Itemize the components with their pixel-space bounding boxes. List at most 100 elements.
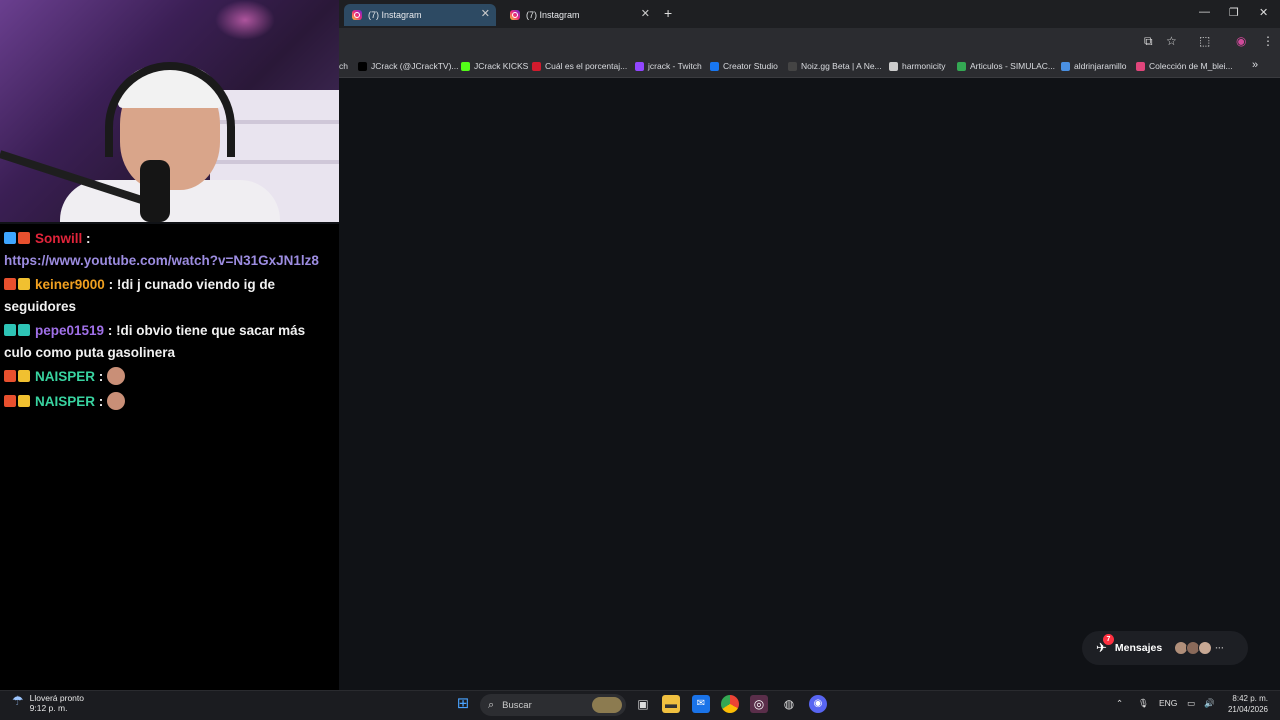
weather-text: Lloverá pronto xyxy=(29,693,84,703)
chat-separator: : xyxy=(95,369,104,384)
install-app-icon[interactable]: ⧉ xyxy=(1144,34,1153,49)
bookmark-label: Noiz.gg Beta | A Ne... xyxy=(801,61,882,71)
close-icon[interactable]: ✕ xyxy=(481,7,490,20)
bookmark-item[interactable]: Noiz.gg Beta | A Ne... xyxy=(788,61,882,71)
chat-emote-icon xyxy=(107,391,126,410)
bookmark-favicon-icon xyxy=(710,61,719,71)
volume-icon[interactable]: 🔊 xyxy=(1204,698,1215,709)
weather-widget[interactable]: ☂ Lloverá pronto 9:12 p. m. xyxy=(12,693,84,713)
menu-icon[interactable]: ⋮ xyxy=(1262,34,1274,48)
extensions-icon[interactable]: ⬚ xyxy=(1199,34,1210,48)
tab-label: (7) Instagram xyxy=(526,10,580,20)
app-icon[interactable]: ◍ xyxy=(780,695,798,713)
discord-icon[interactable]: ◉ xyxy=(809,695,827,713)
bookmark-label: JCrack (@JCrackTV)... xyxy=(371,61,459,71)
bookmark-favicon-icon xyxy=(532,61,541,71)
instagram-messages-button[interactable]: ✈ 7 Mensajes ··· xyxy=(1082,631,1248,665)
chat-separator: : xyxy=(82,231,91,246)
tab-instagram[interactable]: (7) Instagram ✕ xyxy=(502,4,656,26)
chat-username[interactable]: NAISPER xyxy=(35,394,95,409)
bookmark-favicon-icon xyxy=(788,61,797,71)
bookmark-item[interactable]: Colección de M_blei... xyxy=(1136,61,1233,71)
weather-time: 9:12 p. m. xyxy=(29,703,68,713)
network-icon[interactable]: ▭ xyxy=(1187,698,1195,709)
bookmark-item[interactable]: Articulos - SIMULAC... xyxy=(957,61,1055,71)
bookmark-label: Colección de M_blei... xyxy=(1149,61,1233,71)
instagram-icon xyxy=(352,10,362,20)
chat-badge-icon xyxy=(18,370,30,382)
bookmark-label: ch xyxy=(339,61,348,71)
bookmark-label: Creator Studio xyxy=(723,61,778,71)
bookmark-favicon-icon xyxy=(358,61,367,71)
obs-icon[interactable]: ◎ xyxy=(750,695,768,713)
shelf xyxy=(210,160,339,164)
bookmark-item[interactable]: JCrack KICKS xyxy=(461,61,528,71)
language-indicator[interactable]: ENG xyxy=(1159,698,1177,708)
clock[interactable]: 8:42 p. m. 21/04/2026 xyxy=(1224,693,1268,715)
chat-username[interactable]: keiner9000 xyxy=(35,277,105,292)
new-tab-button[interactable]: + xyxy=(664,5,672,21)
messages-label: Mensajes xyxy=(1114,642,1163,654)
chat-badge-icon xyxy=(18,394,30,407)
tab-instagram-active[interactable]: (7) Instagram ✕ xyxy=(344,4,496,26)
avatar xyxy=(1198,641,1213,655)
chat-badge-icon xyxy=(18,232,30,244)
search-highlight-icon xyxy=(592,697,622,713)
chat-separator: : xyxy=(104,277,114,292)
tab-label: (7) Instagram xyxy=(368,10,422,20)
bookmark-favicon-icon xyxy=(1061,61,1070,71)
windows-start-icon[interactable]: ⊞ xyxy=(454,695,472,713)
chrome-icon[interactable] xyxy=(721,695,739,713)
chat-badge-icon xyxy=(4,370,16,382)
chat-username[interactable]: NAISPER xyxy=(35,369,95,384)
more-icon: ··· xyxy=(1215,643,1225,653)
close-window-button[interactable]: ✕ xyxy=(1259,6,1268,19)
restore-button[interactable]: ❐ xyxy=(1229,6,1239,19)
bookmark-item[interactable]: JCrack (@JCrackTV)... xyxy=(358,61,459,71)
bookmark-label: Cuál es el porcentaj... xyxy=(545,61,628,71)
profile-icon[interactable]: ◉ xyxy=(1236,34,1246,48)
more-bookmarks-icon[interactable]: » xyxy=(1252,59,1258,71)
bookmark-item[interactable]: aldrinjaramillo xyxy=(1061,61,1126,71)
microphone-icon[interactable]: 🎙 xyxy=(1138,698,1149,709)
led-light xyxy=(215,0,275,40)
chat-message: NAISPER : xyxy=(4,391,335,413)
bookmark-favicon-icon xyxy=(889,61,898,71)
bookmark-item[interactable]: jcrack - Twitch xyxy=(635,61,702,71)
chat-message: pepe01519 : !di obvio tiene que sacar má… xyxy=(4,320,335,363)
close-icon[interactable]: ✕ xyxy=(641,7,650,20)
chat-message: Sonwill : https://www.youtube.com/watch?v… xyxy=(4,228,335,271)
chat-emote-icon xyxy=(107,367,126,385)
bookmark-favicon-icon xyxy=(957,61,966,71)
bookmark-star-icon[interactable]: ☆ xyxy=(1166,34,1177,48)
chat-username[interactable]: Sonwill xyxy=(35,231,82,246)
chat-message: NAISPER : xyxy=(4,366,335,388)
webcam-overlay xyxy=(0,0,339,222)
rain-cloud-icon: ☂ xyxy=(12,693,24,708)
mail-icon[interactable]: ✉ xyxy=(692,695,710,713)
bookmark-item[interactable]: Creator Studio xyxy=(710,61,778,71)
file-explorer-icon[interactable]: ▬ xyxy=(662,695,680,713)
minimize-button[interactable]: — xyxy=(1199,6,1210,18)
bookmark-label: JCrack KICKS xyxy=(474,61,529,71)
chat-username[interactable]: pepe01519 xyxy=(35,323,104,338)
bookmark-label: jcrack - Twitch xyxy=(648,61,702,71)
chat-badge-icon xyxy=(18,324,30,336)
chat-message: keiner9000 : !di j cunado viendo ig de s… xyxy=(4,274,335,317)
unread-count: 7 xyxy=(1103,634,1114,645)
chat-link[interactable]: https://www.youtube.com/watch?v=N31GxJN1… xyxy=(4,253,319,268)
search-icon: ⌕ xyxy=(488,698,495,711)
task-view-icon[interactable]: ▣ xyxy=(634,695,652,713)
bookmark-label: Articulos - SIMULAC... xyxy=(970,61,1056,71)
headphones xyxy=(105,62,235,157)
bookmark-item[interactable]: Cuál es el porcentaj... xyxy=(532,61,627,71)
chevron-up-icon[interactable]: ⌃ xyxy=(1116,698,1123,709)
bookmark-item[interactable]: harmonicity xyxy=(889,61,945,71)
bookmark-item[interactable]: ch xyxy=(339,61,348,71)
clock-date: 21/04/2026 xyxy=(1227,705,1268,714)
taskbar-search[interactable]: ⌕ Buscar xyxy=(480,694,626,716)
chat-badge-icon xyxy=(4,324,16,336)
message-icon: ✈ 7 xyxy=(1096,634,1114,656)
microphone xyxy=(140,160,170,222)
stream-chat: Sonwill : https://www.youtube.com/watch?v… xyxy=(0,224,339,690)
